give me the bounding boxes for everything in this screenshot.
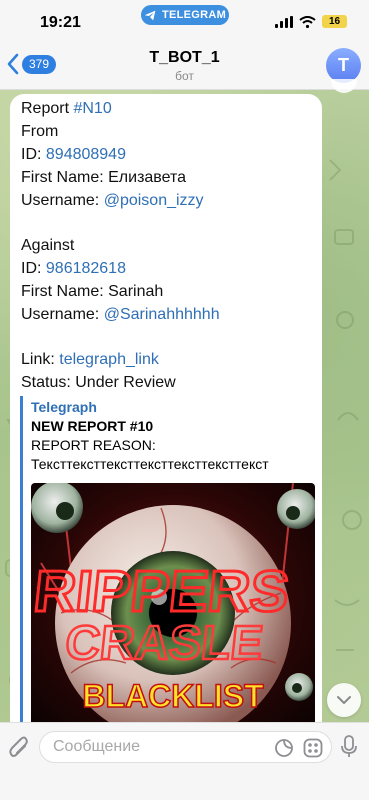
against-first-name-value: Sarinah — [108, 283, 164, 300]
chevron-down-icon — [337, 696, 351, 704]
scroll-to-bottom-button[interactable] — [327, 683, 361, 717]
telegram-return-pill[interactable]: TELEGRAM — [141, 5, 229, 25]
status-line: Status: Under Review — [21, 371, 220, 394]
preview-site-name: Telegraph — [31, 399, 97, 415]
status-label: Status: — [21, 374, 76, 391]
status-value: Under Review — [75, 374, 176, 391]
wifi-icon — [299, 15, 316, 28]
from-id-label: ID: — [21, 146, 46, 163]
link-preview[interactable]: Telegraph NEW REPORT #10 REPORT REASON: … — [20, 396, 315, 734]
battery-indicator: 16 — [322, 15, 347, 28]
message-input-bar — [0, 722, 369, 800]
message-input-field[interactable] — [39, 731, 332, 763]
link-line: Link: telegraph_link — [21, 348, 220, 371]
preview-title: NEW REPORT #10 — [31, 418, 154, 434]
chat-title[interactable]: T_BOT_1 — [0, 49, 369, 67]
against-username-line: Username: @Sarinahhhhhh — [21, 303, 220, 326]
attach-icon[interactable] — [8, 735, 30, 759]
telegram-plane-icon — [145, 10, 156, 20]
against-username-label: Username: — [21, 306, 104, 323]
report-label: Report — [21, 100, 74, 117]
from-id-line: ID: 894808949 — [21, 143, 220, 166]
preview-reason-text: Тексттексттексттексттексттексттекст — [31, 456, 269, 472]
system-icons: 16 — [275, 15, 347, 28]
sticker-icon[interactable] — [274, 738, 294, 758]
poster-title-mid: CRASLE — [63, 616, 266, 670]
poster-blacklist-text: BLACKLIST — [82, 678, 264, 714]
status-bar: 19:21 TELEGRAM 16 — [0, 0, 369, 44]
clock: 19:21 — [40, 14, 81, 31]
signal-icon — [275, 15, 293, 28]
report-hashtag-link[interactable]: #N10 — [73, 100, 111, 117]
telegram-pill-label: TELEGRAM — [161, 9, 227, 21]
against-username-link[interactable]: @Sarinahhhhhh — [104, 306, 220, 323]
avatar[interactable]: T — [326, 48, 361, 83]
against-id-line: ID: 986182618 — [21, 257, 220, 280]
from-id-link[interactable]: 894808949 — [46, 146, 126, 163]
chat-header: 379 T_BOT_1 бот T — [0, 44, 369, 90]
message-text: Report #N10 From ID: 894808949 First Nam… — [21, 97, 220, 394]
against-heading: Against — [21, 237, 75, 254]
telegraph-link[interactable]: telegraph_link — [59, 351, 159, 368]
from-username-line: Username: @poison_izzy — [21, 189, 220, 212]
preview-reason-label: REPORT REASON: — [31, 437, 156, 453]
from-username-link[interactable]: @poison_izzy — [104, 192, 204, 209]
against-id-link[interactable]: 986182618 — [46, 260, 126, 277]
from-heading: From — [21, 123, 59, 140]
mic-icon[interactable] — [340, 735, 358, 759]
against-first-name-label: First Name: — [21, 283, 109, 300]
eyeball-poster-image: RIPPERS CRASLE BLACKLIST — [31, 483, 315, 734]
poster-title-top: RIPPERS — [31, 559, 292, 624]
against-first-name-line: First Name: Sarinah — [21, 280, 220, 303]
from-first-name-label: First Name: — [21, 169, 109, 186]
against-id-label: ID: — [21, 260, 46, 277]
message-bubble[interactable]: Report #N10 From ID: 894808949 First Nam… — [10, 94, 322, 734]
report-line: Report #N10 — [21, 97, 220, 120]
preview-image[interactable]: RIPPERS CRASLE BLACKLIST — [31, 483, 315, 734]
link-label: Link: — [21, 351, 60, 368]
message-input[interactable] — [53, 738, 263, 756]
chat-subtitle: бот — [175, 69, 194, 83]
from-first-name-value: Елизавета — [108, 169, 187, 186]
from-first-name-line: First Name: Елизавета — [21, 166, 220, 189]
from-username-label: Username: — [21, 192, 104, 209]
bot-commands-icon[interactable] — [303, 738, 323, 758]
